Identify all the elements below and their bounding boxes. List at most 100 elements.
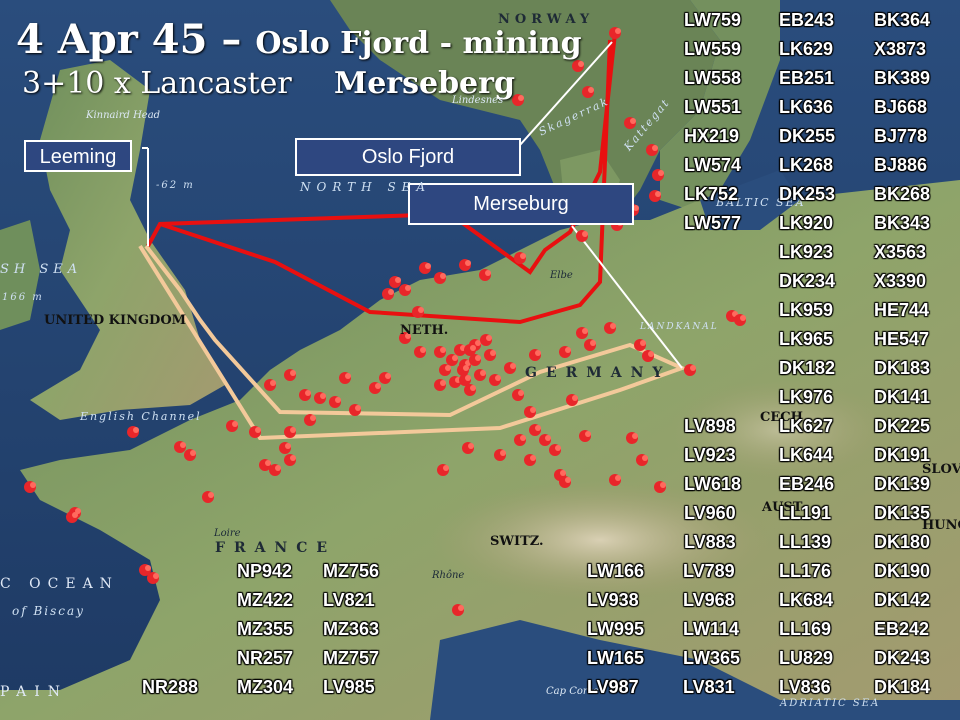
label-germany: GERMANY: [525, 365, 672, 381]
target-marker-highlight: [72, 512, 78, 518]
serial-col3-3: BJ668: [874, 97, 928, 117]
serial-france-a-4: MZ304: [237, 677, 294, 697]
target-marker-highlight: [585, 431, 591, 437]
label-north-sea: NORTH SEA: [300, 180, 432, 194]
target-marker-highlight: [290, 370, 296, 376]
label-atlantic-ocean: C OCEAN: [0, 576, 119, 592]
serial-lv2-2: LW114: [683, 619, 740, 639]
target-marker-highlight: [305, 390, 311, 396]
serial-col3-22: DK243: [874, 648, 931, 668]
serial-lk-3: LL191: [779, 503, 832, 523]
serial-france-a-3: NR257: [237, 648, 294, 668]
label-irish-sea: SH SEA: [0, 262, 83, 277]
target-marker-highlight: [475, 355, 481, 361]
label-norway: NORWAY: [498, 12, 595, 27]
serial-col2-5: LK268: [779, 155, 834, 175]
target-marker-highlight: [518, 390, 524, 396]
target-marker-highlight: [133, 427, 139, 433]
target-marker-highlight: [190, 450, 196, 456]
target-marker-highlight: [642, 455, 648, 461]
target-marker-highlight: [310, 415, 316, 421]
target-marker-highlight: [740, 315, 746, 321]
serial-col1-5: LW574: [684, 155, 742, 175]
target-marker-highlight: [320, 393, 326, 399]
target-marker-highlight: [590, 340, 596, 346]
target-marker-highlight: [440, 380, 446, 386]
target-marker-highlight: [495, 375, 501, 381]
serial-lv-3: LV960: [684, 503, 736, 523]
serial-col3-18: DK180: [874, 532, 931, 552]
target-marker-highlight: [582, 328, 588, 334]
target-marker-highlight: [660, 482, 666, 488]
target-marker-highlight: [470, 345, 476, 351]
serial-france-a-0: NP942: [237, 561, 293, 581]
serial-france-a-2: MZ355: [237, 619, 294, 639]
title-date: 4 Apr 45: [16, 16, 208, 63]
label-adriatic-sea: ADRIATIC SEA: [780, 698, 881, 709]
target-marker-highlight: [285, 443, 291, 449]
oslo-fjord-label-box: Oslo Fjord: [295, 138, 521, 176]
target-marker-highlight: [388, 289, 394, 295]
target-marker-highlight: [630, 118, 636, 124]
target-marker-highlight: [565, 477, 571, 483]
target-marker-highlight: [440, 347, 446, 353]
serial-col2-4: DK255: [779, 126, 836, 146]
serial-col3-12: DK183: [874, 358, 931, 378]
target-marker-highlight: [486, 335, 492, 341]
serial-col1-6: LK752: [684, 184, 739, 204]
serial-lw-4: LV987: [587, 677, 639, 697]
label-netherlands: NETH.: [400, 323, 449, 338]
serial-col2-7: LK920: [779, 213, 834, 233]
serial-lv2-1: LV968: [683, 590, 735, 610]
target-marker-highlight: [385, 373, 391, 379]
serial-col1-2: LW558: [684, 68, 742, 88]
target-marker-highlight: [535, 425, 541, 431]
serial-col2-0: EB243: [779, 10, 835, 30]
target-marker-highlight: [572, 395, 578, 401]
target-marker-highlight: [420, 347, 426, 353]
serial-lk-1: LK644: [779, 445, 834, 465]
target-marker-highlight: [530, 455, 536, 461]
serial-france-c-0: NR288: [142, 677, 199, 697]
serial-col3-14: DK225: [874, 416, 931, 436]
target-marker-highlight: [690, 365, 696, 371]
target-marker-highlight: [658, 170, 664, 176]
target-marker-highlight: [485, 270, 491, 276]
target-marker-highlight: [555, 445, 561, 451]
label-bay-of-biscay: of Biscay: [12, 604, 85, 618]
target-marker-highlight: [615, 475, 621, 481]
target-marker-highlight: [440, 273, 446, 279]
serial-col3-20: DK142: [874, 590, 931, 610]
serial-col3-4: BJ778: [874, 126, 928, 146]
serial-col3-8: X3563: [874, 242, 927, 262]
target-marker-highlight: [445, 365, 451, 371]
target-marker-highlight: [615, 28, 621, 34]
serial-lk-7: LL169: [779, 619, 832, 639]
target-marker-highlight: [520, 253, 526, 259]
target-marker-highlight: [290, 427, 296, 433]
target-marker-highlight: [652, 145, 658, 151]
target-marker-highlight: [610, 323, 616, 329]
target-marker-highlight: [345, 373, 351, 379]
target-marker-highlight: [545, 435, 551, 441]
label-english-channel: English Channel: [80, 410, 202, 423]
serial-france-b-2: MZ363: [323, 619, 380, 639]
target-marker-highlight: [145, 565, 151, 571]
target-marker-highlight: [232, 421, 238, 427]
serial-lw-2: LW995: [587, 619, 645, 639]
target-marker-highlight: [468, 443, 474, 449]
serial-col2-9: DK234: [779, 271, 836, 291]
serial-col2-8: LK923: [779, 242, 834, 262]
serial-lk-9: LV836: [779, 677, 831, 697]
serial-col3-10: HE744: [874, 300, 930, 320]
label-elbe: Elbe: [550, 270, 573, 281]
serial-lv2-3: LW365: [683, 648, 741, 668]
serial-col3-23: DK184: [874, 677, 931, 697]
label-switzerland: SWITZ.: [490, 534, 544, 549]
target-marker-highlight: [490, 350, 496, 356]
target-marker-highlight: [582, 231, 588, 237]
target-marker-highlight: [530, 407, 536, 413]
target-marker-highlight: [480, 370, 486, 376]
serial-col3-17: DK135: [874, 503, 931, 523]
target-marker-highlight: [418, 307, 424, 313]
